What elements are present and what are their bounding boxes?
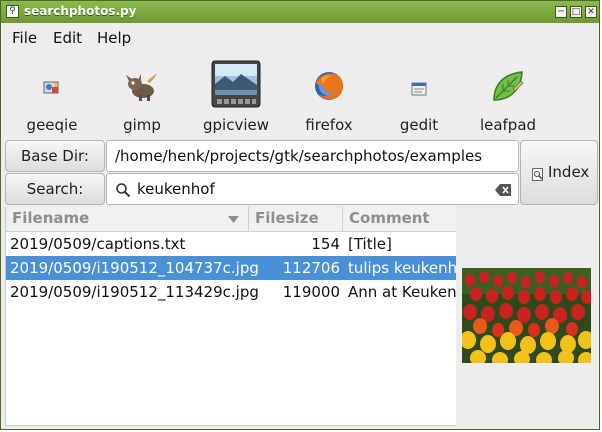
gpicview-icon — [211, 60, 261, 108]
row-comment: Ann at Keukenh — [348, 283, 456, 301]
index-button-label: Index — [548, 163, 590, 181]
column-header-comment[interactable]: Comment — [343, 207, 456, 232]
launch-gedit-label: gedit — [399, 116, 439, 134]
launch-firefox-label: firefox — [305, 116, 353, 134]
maximize-button[interactable]: □ — [570, 6, 582, 18]
row-filesize: 154 — [311, 235, 340, 253]
launch-leafpad-label: leafpad — [479, 116, 537, 134]
window-menu-icon[interactable]: ⚲ — [6, 5, 19, 18]
launch-firefox-button[interactable]: firefox — [291, 55, 367, 135]
search-input-value: keukenhof — [137, 180, 215, 198]
column-header-filename[interactable]: Filename — [6, 207, 249, 232]
row-filesize: 119000 — [282, 283, 340, 301]
row-filename: 2019/0509/i190512_104737c.jpg — [10, 259, 259, 277]
search-icon — [116, 183, 131, 198]
launch-gedit-button[interactable]: gedit — [381, 55, 457, 135]
file-list[interactable]: Filename Filesize Comment 2019/0509/capt… — [5, 207, 456, 426]
minimize-button[interactable]: ─ — [555, 6, 567, 18]
column-header-filename-label: Filename — [12, 209, 90, 227]
column-header-filesize[interactable]: Filesize — [249, 207, 343, 232]
table-row[interactable]: 2019/0509/captions.txt 154 [Title] — [6, 232, 456, 256]
app-launcher-toolbar: geeqie gimp gpicview firefox gedit leafp… — [1, 51, 599, 137]
window-title: searchphotos.py — [24, 4, 137, 18]
title-bar[interactable]: ⚲ searchphotos.py ─ □ ✕ — [1, 1, 599, 23]
row-comment: [Title] — [348, 235, 392, 253]
launch-geeqie-button[interactable]: geeqie — [14, 55, 90, 135]
app-window: ⚲ searchphotos.py ─ □ ✕ File Edit Help g… — [0, 0, 600, 430]
launch-gimp-label: gimp — [123, 116, 161, 134]
photo-preview — [462, 268, 591, 363]
index-button[interactable]: Index — [520, 140, 598, 205]
preview-pane — [456, 207, 599, 426]
firefox-icon — [315, 72, 343, 100]
geeqie-icon — [43, 81, 59, 94]
menu-file[interactable]: File — [12, 29, 37, 47]
table-row[interactable]: 2019/0509/i190512_113429c.jpg 119000 Ann… — [6, 280, 456, 304]
menu-bar: File Edit Help — [1, 23, 599, 51]
menu-edit[interactable]: Edit — [53, 29, 82, 47]
row-filesize: 112706 — [282, 259, 340, 277]
close-button[interactable]: ✕ — [585, 6, 597, 18]
search-input[interactable]: keukenhof — [106, 173, 519, 205]
leafpad-icon — [493, 71, 524, 101]
launch-gpicview-label: gpicview — [203, 116, 269, 134]
base-dir-button[interactable]: Base Dir: — [5, 140, 105, 172]
find-icon — [532, 168, 543, 181]
clear-search-icon[interactable] — [495, 184, 511, 196]
sort-descending-icon — [228, 216, 239, 223]
row-filename: 2019/0509/i190512_113429c.jpg — [10, 283, 259, 301]
row-filename: 2019/0509/captions.txt — [10, 235, 186, 253]
launch-geeqie-label: geeqie — [26, 116, 78, 134]
table-row-selected[interactable]: 2019/0509/i190512_104737c.jpg 112706 tul… — [6, 256, 456, 280]
launch-gimp-button[interactable]: gimp — [104, 55, 180, 135]
search-button[interactable]: Search: — [5, 173, 105, 205]
gedit-icon — [411, 82, 427, 96]
row-comment: tulips keukenho — [348, 259, 456, 277]
menu-help[interactable]: Help — [97, 29, 131, 47]
base-dir-input[interactable]: /home/henk/projects/gtk/searchphotos/exa… — [106, 140, 519, 172]
gimp-icon — [126, 73, 157, 101]
launch-gpicview-button[interactable]: gpicview — [198, 55, 274, 135]
launch-leafpad-button[interactable]: leafpad — [470, 55, 546, 135]
